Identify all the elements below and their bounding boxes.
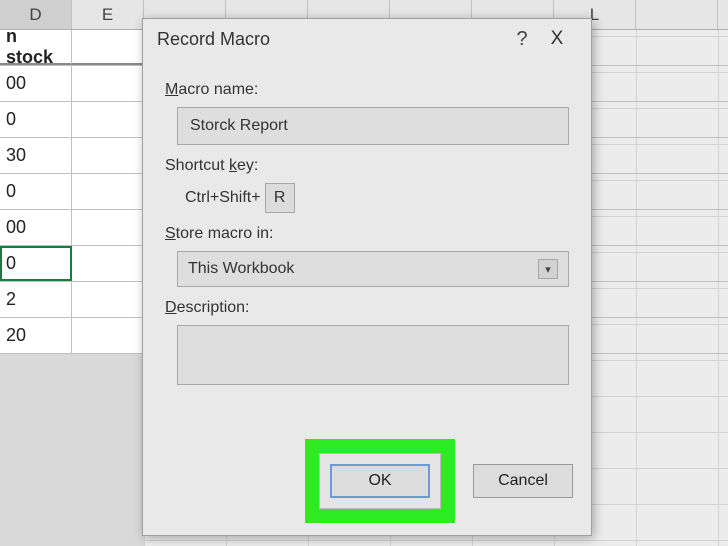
data-cell[interactable]: 30 [0, 138, 72, 173]
dialog-title-bar: Record Macro ? X [143, 19, 591, 59]
column-header-blank[interactable] [636, 0, 718, 29]
data-cell[interactable]: 20 [0, 318, 72, 353]
macro-name-label: Macro name: [165, 81, 569, 99]
record-macro-dialog: Record Macro ? X Macro name: Shortcut ke… [142, 18, 592, 536]
cancel-button[interactable]: Cancel [473, 464, 573, 498]
data-cell[interactable] [72, 318, 144, 353]
store-macro-label: Store macro in: [165, 225, 569, 243]
shortcut-key-row: Ctrl+Shift+ [185, 183, 569, 213]
macro-name-input[interactable] [177, 107, 569, 145]
store-macro-select[interactable]: This Workbook ▾ [177, 251, 569, 287]
close-button[interactable]: X [537, 28, 577, 50]
data-cell[interactable]: 0 [0, 102, 72, 137]
data-cell[interactable] [72, 282, 144, 317]
data-cell-selected[interactable]: 0 [0, 246, 72, 281]
data-cell[interactable]: 2 [0, 282, 72, 317]
shortcut-key-label: Shortcut key: [165, 157, 569, 175]
dialog-button-row: OK Cancel [305, 439, 573, 523]
data-cell[interactable] [72, 246, 144, 281]
help-button[interactable]: ? [507, 28, 537, 51]
description-label: Description: [165, 299, 569, 317]
data-cell[interactable] [72, 174, 144, 209]
shortcut-prefix-text: Ctrl+Shift+ [185, 189, 261, 207]
chevron-down-icon: ▾ [538, 259, 558, 279]
header-cell-stock[interactable]: n stock [0, 30, 72, 65]
data-cell[interactable] [72, 138, 144, 173]
dialog-body: Macro name: Shortcut key: Ctrl+Shift+ St… [143, 59, 591, 395]
data-cell[interactable] [72, 210, 144, 245]
column-header-e[interactable]: E [72, 0, 144, 29]
data-cell[interactable]: 00 [0, 210, 72, 245]
data-cell[interactable]: 00 [0, 66, 72, 101]
header-cell[interactable] [72, 30, 144, 65]
store-macro-value: This Workbook [188, 260, 294, 278]
data-cell[interactable] [72, 66, 144, 101]
dialog-title: Record Macro [157, 29, 507, 50]
ok-button-highlight: OK [305, 439, 455, 523]
data-cell[interactable] [72, 102, 144, 137]
data-cell[interactable]: 0 [0, 174, 72, 209]
ok-button[interactable]: OK [330, 464, 430, 498]
shortcut-key-input[interactable] [265, 183, 295, 213]
description-textarea[interactable] [177, 325, 569, 385]
